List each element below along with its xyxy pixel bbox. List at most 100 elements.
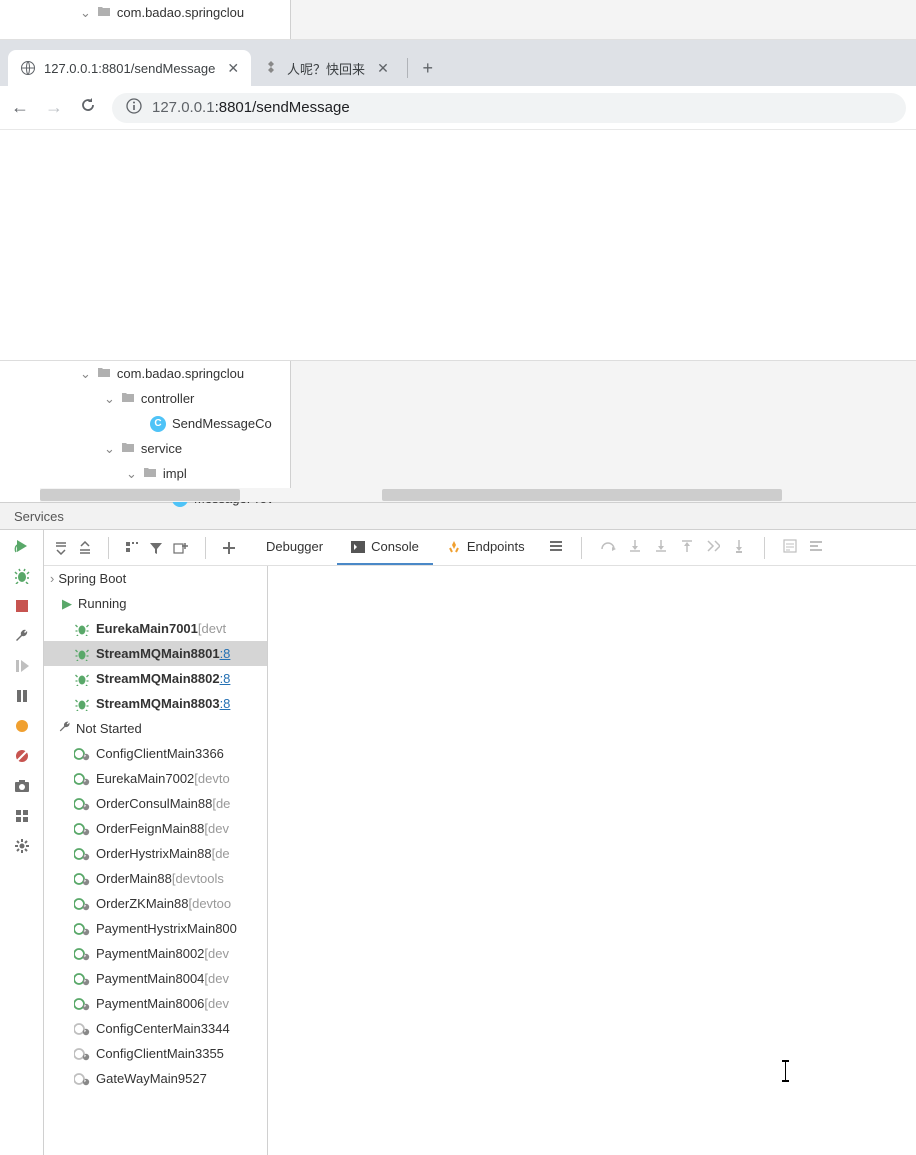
run-config-row[interactable]: OrderFeignMain88 [dev <box>44 816 267 841</box>
tree-row[interactable]: ⌄controller <box>10 386 288 411</box>
collapse-all-icon[interactable] <box>78 541 92 555</box>
run-config-row[interactable]: OrderHystrixMain88 [de <box>44 841 267 866</box>
run-config-row[interactable]: PaymentMain8002 [dev <box>44 941 267 966</box>
run-config-row[interactable]: ConfigClientMain3355 <box>44 1041 267 1066</box>
wrench-icon[interactable] <box>12 626 32 646</box>
run-config-row[interactable]: EurekaMain7002 [devto <box>44 766 267 791</box>
spring-boot-icon <box>74 1022 92 1036</box>
settings-icon[interactable] <box>12 836 32 856</box>
page-icon <box>263 60 279 76</box>
add-icon[interactable] <box>222 541 236 555</box>
stop-icon[interactable] <box>12 596 32 616</box>
force-step-into-icon[interactable] <box>654 539 668 556</box>
tab-console[interactable]: Console <box>337 530 433 565</box>
run-config-row[interactable]: EurekaMain7001 [devt <box>44 616 267 641</box>
port-link[interactable]: :8 <box>220 671 231 686</box>
run-config-row[interactable]: StreamMQMain8802 :8 <box>44 666 267 691</box>
spring-boot-icon <box>74 947 92 961</box>
add-config-icon[interactable] <box>173 541 189 555</box>
not-started-group[interactable]: Not Started <box>44 716 267 741</box>
not-started-label: Not Started <box>76 721 142 736</box>
trace-icon[interactable] <box>809 540 823 555</box>
tree-row[interactable]: ⌄impl <box>10 461 288 486</box>
close-icon[interactable]: ✕ <box>227 60 239 77</box>
spring-boot-icon <box>74 797 92 811</box>
chevron-down-icon[interactable]: ⌄ <box>126 466 137 482</box>
run-config-name: PaymentHystrixMain800 <box>96 921 237 936</box>
tab-label: Debugger <box>266 539 323 554</box>
layout-icon[interactable] <box>12 806 32 826</box>
address-bar[interactable]: 127.0.0.1:8801/sendMessage <box>112 93 906 123</box>
chevron-down-icon[interactable]: ⌄ <box>80 5 91 21</box>
threads-icon[interactable] <box>549 540 563 555</box>
separator <box>581 537 582 559</box>
run-config-row[interactable]: StreamMQMain8801 :8 <box>44 641 267 666</box>
mute-breakpoints-icon[interactable] <box>12 746 32 766</box>
step-into-icon[interactable] <box>628 539 642 556</box>
close-icon[interactable]: ✕ <box>377 60 389 77</box>
package-row[interactable]: ⌄ com.badao.springclou <box>10 0 916 25</box>
reload-button[interactable] <box>78 96 98 119</box>
run-config-name: PaymentMain8002 <box>96 946 204 961</box>
horizontal-scrollbar[interactable] <box>40 488 916 502</box>
site-info-icon[interactable] <box>126 98 142 118</box>
tab-debugger[interactable]: Debugger <box>252 530 337 565</box>
run-config-row[interactable]: GateWayMain9527 <box>44 1066 267 1091</box>
console-output[interactable] <box>268 566 916 1155</box>
running-group[interactable]: ▶Running <box>44 591 267 616</box>
expand-all-icon[interactable] <box>54 541 68 555</box>
run-config-row[interactable]: ConfigClientMain3366 <box>44 741 267 766</box>
run-config-row[interactable]: PaymentHystrixMain800 <box>44 916 267 941</box>
run-config-row[interactable]: StreamMQMain8803 :8 <box>44 691 267 716</box>
services-tree[interactable]: ›Spring Boot▶RunningEurekaMain7001 [devt… <box>44 566 268 1155</box>
pause-icon[interactable] <box>12 686 32 706</box>
tree-row[interactable]: CSendMessageCo <box>10 411 288 436</box>
services-toolbar: Debugger Console Endpoints <box>44 530 916 566</box>
console-icon <box>351 541 365 553</box>
run-config-row[interactable]: PaymentMain8004 [dev <box>44 966 267 991</box>
run-config-row[interactable]: OrderZKMain88 [devtoo <box>44 891 267 916</box>
chevron-down-icon[interactable]: ⌄ <box>104 391 115 407</box>
tree-row[interactable]: ⌄com.badao.springclou <box>10 361 288 386</box>
panel-divider[interactable] <box>290 361 291 502</box>
spring-boot-icon <box>74 997 92 1011</box>
browser-toolbar: ← → 127.0.0.1:8801/sendMessage <box>0 86 916 130</box>
drop-frame-icon[interactable] <box>706 539 720 556</box>
run-to-cursor-icon[interactable] <box>732 539 746 556</box>
run-config-name: PaymentMain8006 <box>96 996 204 1011</box>
tree-row[interactable]: ⌄service <box>10 436 288 461</box>
step-over-icon[interactable] <box>600 539 616 556</box>
project-tree-panel[interactable]: ⌄ com.badao.springclou <box>10 0 916 40</box>
tab-endpoints[interactable]: Endpoints <box>433 530 539 565</box>
filter-icon[interactable] <box>149 541 163 555</box>
chevron-icon[interactable]: › <box>50 571 54 586</box>
browser-tab-active[interactable]: 127.0.0.1:8801/sendMessage ✕ <box>8 50 251 86</box>
group-icon[interactable] <box>125 541 139 555</box>
scrollbar-thumb[interactable] <box>40 489 240 501</box>
new-tab-button[interactable]: + <box>414 54 442 82</box>
run-config-name: EurekaMain7002 <box>96 771 194 786</box>
evaluate-icon[interactable] <box>783 539 797 556</box>
back-button[interactable]: ← <box>10 97 30 118</box>
rerun-icon[interactable] <box>12 536 32 556</box>
editor-bg <box>291 361 916 502</box>
port-link[interactable]: :8 <box>220 696 231 711</box>
breakpoint-icon[interactable] <box>12 716 32 736</box>
run-config-row[interactable]: PaymentMain8006 [dev <box>44 991 267 1016</box>
scrollbar-thumb[interactable] <box>382 489 782 501</box>
tab-label: Endpoints <box>467 539 525 554</box>
debug-icon[interactable] <box>12 566 32 586</box>
browser-viewport[interactable] <box>0 130 916 360</box>
browser-tab-inactive[interactable]: 人呢？快回来 ✕ <box>251 50 401 86</box>
step-out-icon[interactable] <box>680 539 694 556</box>
run-config-row[interactable]: OrderConsulMain88 [de <box>44 791 267 816</box>
camera-icon[interactable] <box>12 776 32 796</box>
port-link[interactable]: :8 <box>220 646 231 661</box>
step-icon[interactable] <box>12 656 32 676</box>
run-config-row[interactable]: ConfigCenterMain3344 <box>44 1016 267 1041</box>
spring-boot-root[interactable]: ›Spring Boot <box>44 566 267 591</box>
chevron-down-icon[interactable]: ⌄ <box>80 366 91 382</box>
forward-button[interactable]: → <box>44 97 64 118</box>
chevron-down-icon[interactable]: ⌄ <box>104 441 115 457</box>
run-config-row[interactable]: OrderMain88 [devtools <box>44 866 267 891</box>
